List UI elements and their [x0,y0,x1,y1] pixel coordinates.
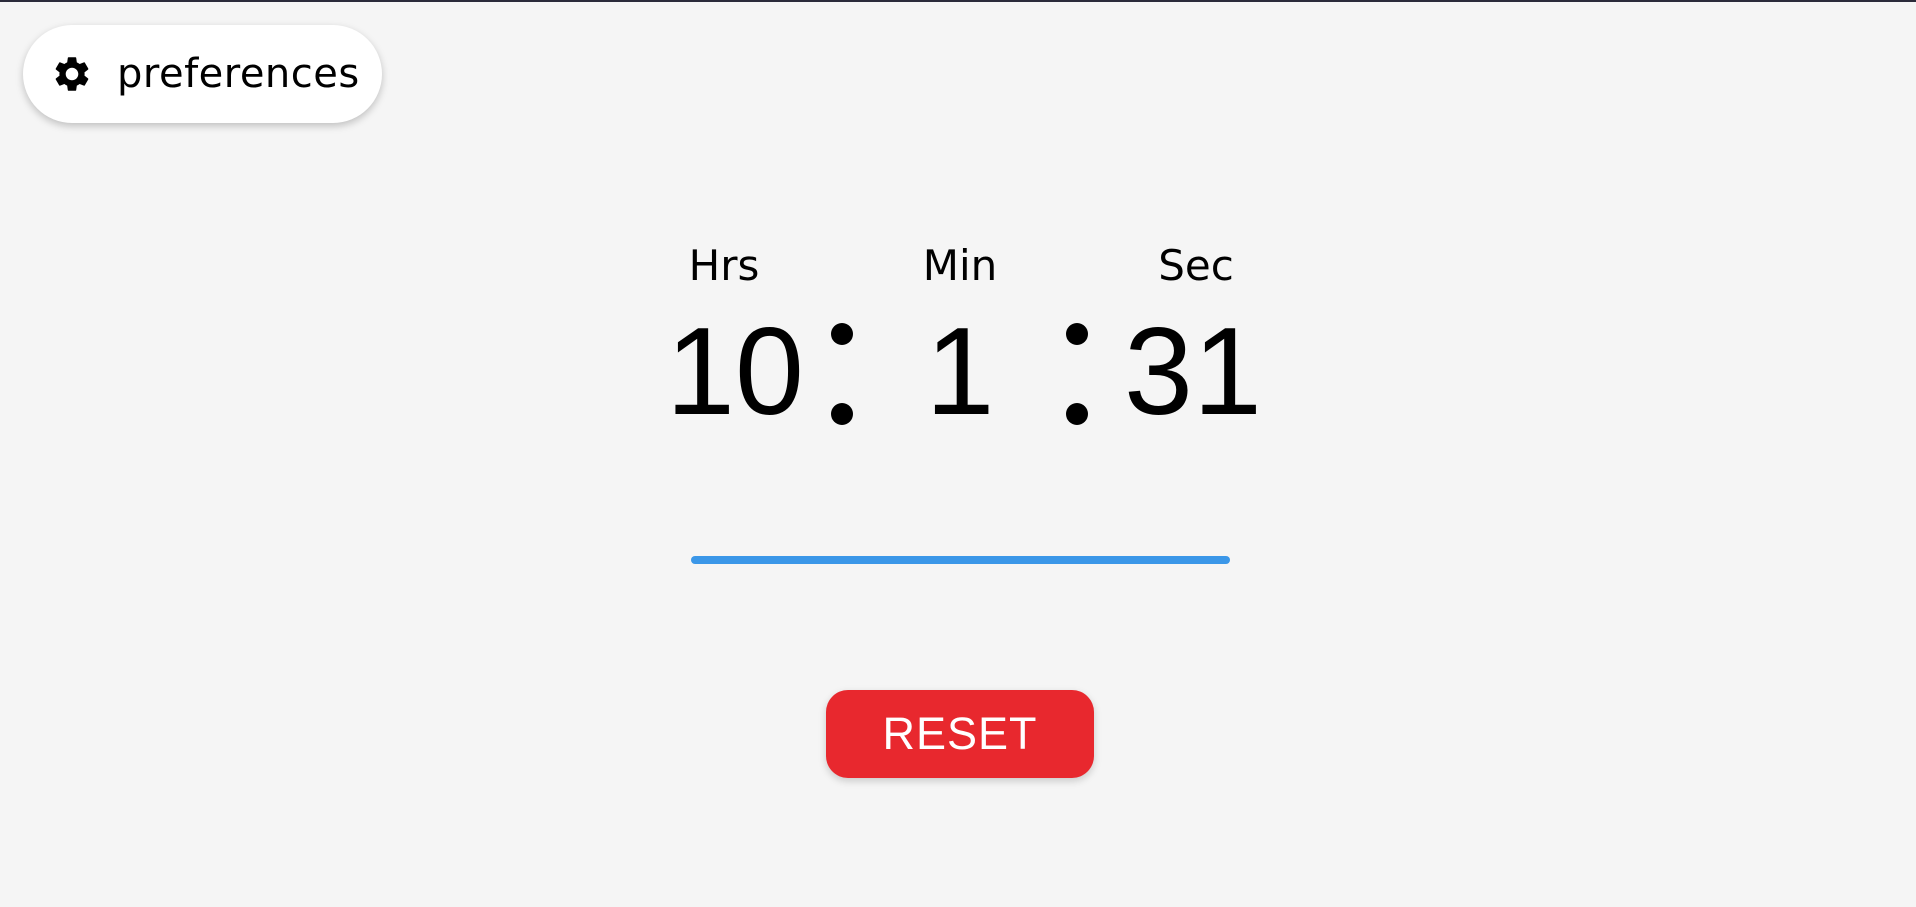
hours-unit-label: Hrs [688,241,760,290]
minutes-value: 1 [925,303,995,441]
preferences-button[interactable]: preferences [23,25,382,123]
progress-bar [691,556,1230,564]
progress-fill [691,556,1230,564]
seconds-unit-label: Sec [1158,241,1234,290]
minutes-unit-label: Min [922,241,998,290]
seconds-value: 31 [1124,303,1262,441]
hours-minutes-separator [827,323,857,425]
preferences-label: preferences [117,51,360,97]
reset-button[interactable]: RESET [826,690,1094,778]
hours-value: 10 [666,303,804,441]
gear-icon [51,53,93,95]
minutes-seconds-separator [1062,323,1092,425]
top-border [0,0,1916,2]
